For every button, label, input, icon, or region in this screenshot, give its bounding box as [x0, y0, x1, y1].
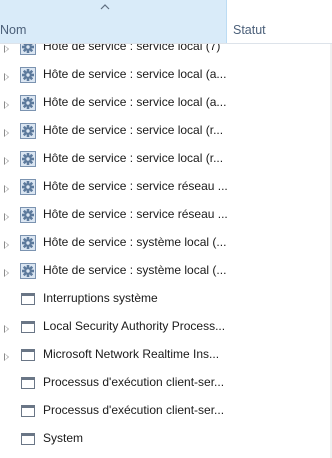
- expand-chevron-icon[interactable]: [4, 241, 9, 249]
- list-item-label: Hôte de service : service local (a...: [43, 67, 227, 81]
- list-item-label: Interruptions système: [43, 291, 158, 305]
- expand-chevron-icon[interactable]: [4, 73, 9, 81]
- list-item-label: Hôte de service : système local (...: [43, 235, 227, 249]
- expand-chevron-icon[interactable]: [4, 213, 9, 221]
- expand-chevron-icon[interactable]: [4, 353, 9, 361]
- list-item-label: Local Security Authority Process...: [43, 319, 226, 333]
- window-icon: [21, 293, 35, 305]
- column-header-status-label: Statut: [233, 23, 266, 37]
- column-header-bar: Nom Statut: [0, 0, 332, 44]
- column-header-name-label: Nom: [0, 23, 27, 37]
- list-item[interactable]: System: [0, 428, 332, 456]
- gear-icon: [20, 235, 36, 251]
- gear-icon: [20, 179, 36, 195]
- sort-ascending-icon: [100, 4, 110, 10]
- expand-chevron-icon[interactable]: [4, 185, 9, 193]
- list-item[interactable]: Hôte de service : service local (r...: [0, 148, 332, 176]
- gear-icon: [20, 95, 36, 111]
- list-item[interactable]: Hôte de service : service local (a...: [0, 92, 332, 120]
- window-icon: [21, 321, 35, 333]
- gear-icon: [20, 123, 36, 139]
- list-item[interactable]: Local Security Authority Process...: [0, 316, 332, 344]
- list-item[interactable]: Hôte de service : service réseau ...: [0, 204, 332, 232]
- list-item-label: Processus d'exécution client-ser...: [43, 375, 225, 389]
- gear-icon: [20, 263, 36, 279]
- expand-chevron-icon[interactable]: [4, 269, 9, 277]
- window-icon: [21, 349, 35, 361]
- gear-icon: [20, 67, 36, 83]
- list-item-label: System: [43, 431, 84, 445]
- list-item[interactable]: Hôte de service : service réseau ...: [0, 176, 332, 204]
- expand-chevron-icon[interactable]: [4, 157, 9, 165]
- list-item[interactable]: Hôte de service : système local (...: [0, 260, 332, 288]
- list-item[interactable]: Processus d'exécution client-ser...: [0, 400, 332, 428]
- expand-chevron-icon[interactable]: [4, 45, 9, 53]
- gear-icon: [20, 44, 36, 55]
- list-item[interactable]: Hôte de service : service local (7): [0, 44, 332, 64]
- list-item-label: Hôte de service : service réseau ...: [43, 207, 228, 221]
- list-item-label: Hôte de service : service local (a...: [43, 95, 227, 109]
- list-item-label: Hôte de service : service réseau ...: [43, 179, 228, 193]
- window-icon: [21, 405, 35, 417]
- list-item[interactable]: Hôte de service : système local (...: [0, 232, 332, 260]
- expand-chevron-icon[interactable]: [4, 325, 9, 333]
- column-header-name[interactable]: Nom: [0, 0, 227, 43]
- list-item[interactable]: Microsoft Network Realtime Ins...: [0, 344, 332, 372]
- list-item-label: Hôte de service : service local (r...: [43, 123, 224, 137]
- list-item[interactable]: Interruptions système: [0, 288, 332, 316]
- list-item[interactable]: Hôte de service : service local (a...: [0, 64, 332, 92]
- list-item[interactable]: Processus d'exécution client-ser...: [0, 372, 332, 400]
- expand-chevron-icon[interactable]: [4, 101, 9, 109]
- list-item[interactable]: Hôte de service : service local (r...: [0, 120, 332, 148]
- list-item-label: Processus d'exécution client-ser...: [43, 403, 225, 417]
- list-item-label: Hôte de service : service local (r...: [43, 151, 224, 165]
- list-item-label: Microsoft Network Realtime Ins...: [43, 347, 220, 361]
- window-icon: [21, 433, 35, 445]
- gear-icon: [20, 207, 36, 223]
- expand-chevron-icon[interactable]: [4, 129, 9, 137]
- list-item-label: Hôte de service : service local (7): [43, 44, 221, 53]
- window-icon: [21, 377, 35, 389]
- column-header-status[interactable]: Statut: [228, 0, 332, 43]
- list-item-label: Hôte de service : système local (...: [43, 263, 227, 277]
- process-list: Hôte de service : service local (7) Hôte …: [0, 44, 332, 458]
- gear-icon: [20, 151, 36, 167]
